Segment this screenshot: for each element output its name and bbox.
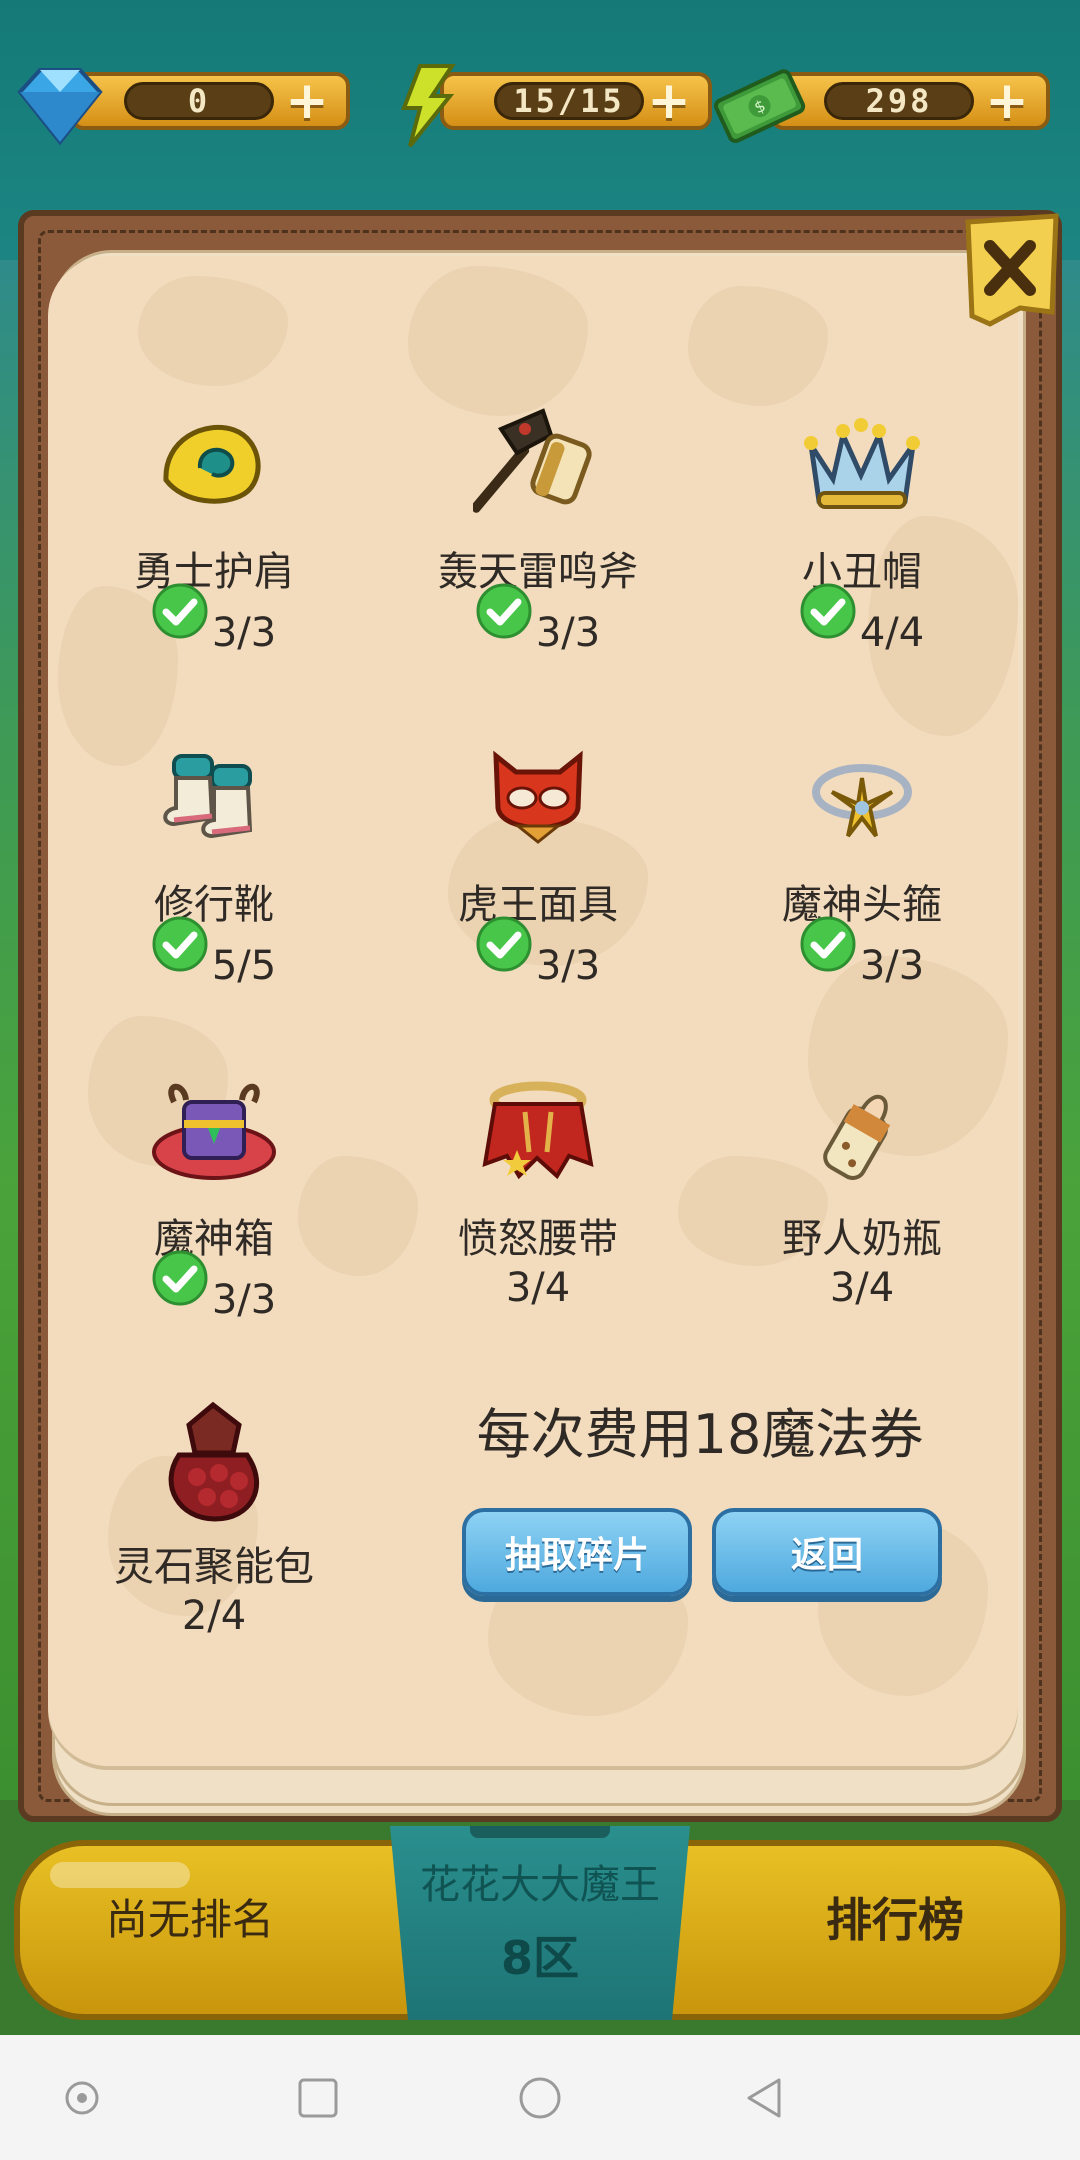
- diamond-icon: [17, 68, 103, 146]
- currency-bar: 298 +: [770, 72, 1050, 130]
- item-name: 轰天雷鸣斧: [438, 549, 638, 595]
- item-name: 魔神箱: [154, 1216, 274, 1262]
- lightning-icon: [401, 64, 456, 148]
- currency-energy: 15/15 +: [380, 62, 712, 148]
- belt-icon: [388, 1062, 688, 1202]
- chest-icon: [64, 1062, 364, 1202]
- currency-value: 298: [824, 82, 974, 120]
- item-progress: 2/4: [64, 1592, 364, 1648]
- item-name: 小丑帽: [802, 549, 922, 595]
- cost-text: 每次费用18魔法券: [476, 1403, 924, 1466]
- item-progress: 3/3: [64, 1250, 364, 1323]
- check-icon: [800, 916, 856, 972]
- back-nav-icon[interactable]: [734, 2068, 794, 2128]
- baby-bottle-icon: [712, 1062, 1012, 1202]
- currency-value: 0: [124, 82, 274, 120]
- check-icon: [152, 1250, 208, 1306]
- collection-item: 野人奶瓶 3/4: [712, 1062, 1012, 1320]
- thunder-axe-icon: [388, 395, 688, 535]
- shoulder-pad-icon: [64, 395, 364, 535]
- item-count: 4/4: [859, 610, 925, 656]
- currency-cash: 298 + $: [710, 62, 1050, 143]
- collection-item: 魔神头箍 3/3: [712, 728, 1012, 989]
- collection-item: 轰天雷鸣斧 3/3: [388, 395, 688, 656]
- collection-item: 勇士护肩 3/3: [64, 395, 364, 656]
- item-progress: 5/5: [64, 916, 364, 989]
- currency-diamond: 0 +: [10, 62, 350, 146]
- assist-icon[interactable]: [52, 2068, 112, 2128]
- collection-item: 灵石聚能包 2/4: [64, 1390, 364, 1648]
- check-icon: [152, 916, 208, 972]
- stone-pouch-icon: [64, 1390, 364, 1530]
- item-name: 勇士护肩: [134, 549, 294, 595]
- collection-item: 虎王面具 3/3: [388, 728, 688, 989]
- server-name: 花花大大魔王: [420, 1862, 660, 1908]
- item-count: 5/5: [211, 943, 277, 989]
- check-icon: [152, 583, 208, 639]
- item-count: 3/4: [505, 1265, 571, 1311]
- item-count: 3/3: [535, 943, 601, 989]
- collection-item: 魔神箱 3/3: [64, 1062, 364, 1323]
- home-icon[interactable]: [510, 2068, 570, 2128]
- item-name: 修行靴: [154, 882, 274, 928]
- item-name: 虎王面具: [458, 882, 618, 928]
- item-name: 魔神头箍: [782, 882, 942, 928]
- leaderboard-button[interactable]: 排行榜: [780, 1880, 1010, 1960]
- crown-icon: [712, 395, 1012, 535]
- item-count: 3/4: [829, 1265, 895, 1311]
- boots-icon: [64, 728, 364, 868]
- item-count: 3/3: [859, 943, 925, 989]
- item-progress: 3/3: [712, 916, 1012, 989]
- draw-fragment-button[interactable]: 抽取碎片: [462, 1508, 692, 1596]
- check-icon: [476, 583, 532, 639]
- item-name: 野人奶瓶: [782, 1216, 942, 1262]
- back-button[interactable]: 返回: [712, 1508, 942, 1596]
- item-progress: 3/4: [712, 1264, 1012, 1320]
- cash-icon: $: [714, 69, 806, 143]
- currency-value: 15/15: [494, 82, 644, 120]
- check-icon: [800, 583, 856, 639]
- item-count: 3/3: [211, 610, 277, 656]
- tiger-mask-icon: [388, 728, 688, 868]
- currency-bar: 0 +: [70, 72, 350, 130]
- item-count: 3/3: [211, 1277, 277, 1323]
- collection-item: 小丑帽 4/4: [712, 395, 1012, 656]
- check-icon: [476, 916, 532, 972]
- rank-status: 尚无排名: [105, 1895, 274, 1944]
- item-count: 3/3: [535, 610, 601, 656]
- currency-bar: 15/15 +: [440, 72, 712, 130]
- item-count: 2/4: [181, 1593, 247, 1639]
- close-button[interactable]: [960, 212, 1064, 336]
- recents-icon[interactable]: [288, 2068, 348, 2128]
- item-progress: 3/4: [388, 1264, 688, 1320]
- item-name: 愤怒腰带: [458, 1216, 618, 1262]
- add-cash-button[interactable]: +: [984, 75, 1030, 127]
- item-name: 灵石聚能包: [114, 1544, 314, 1590]
- add-diamond-button[interactable]: +: [284, 75, 330, 127]
- collection-item: 愤怒腰带 3/4: [388, 1062, 688, 1320]
- item-progress: 3/3: [388, 916, 688, 989]
- collection-item: 修行靴 5/5: [64, 728, 364, 989]
- server-zone: 8区: [500, 1931, 579, 1985]
- item-progress: 4/4: [712, 583, 1012, 656]
- circlet-icon: [712, 728, 1012, 868]
- item-progress: 3/3: [388, 583, 688, 656]
- add-energy-button[interactable]: +: [646, 75, 692, 127]
- item-progress: 3/3: [64, 583, 364, 656]
